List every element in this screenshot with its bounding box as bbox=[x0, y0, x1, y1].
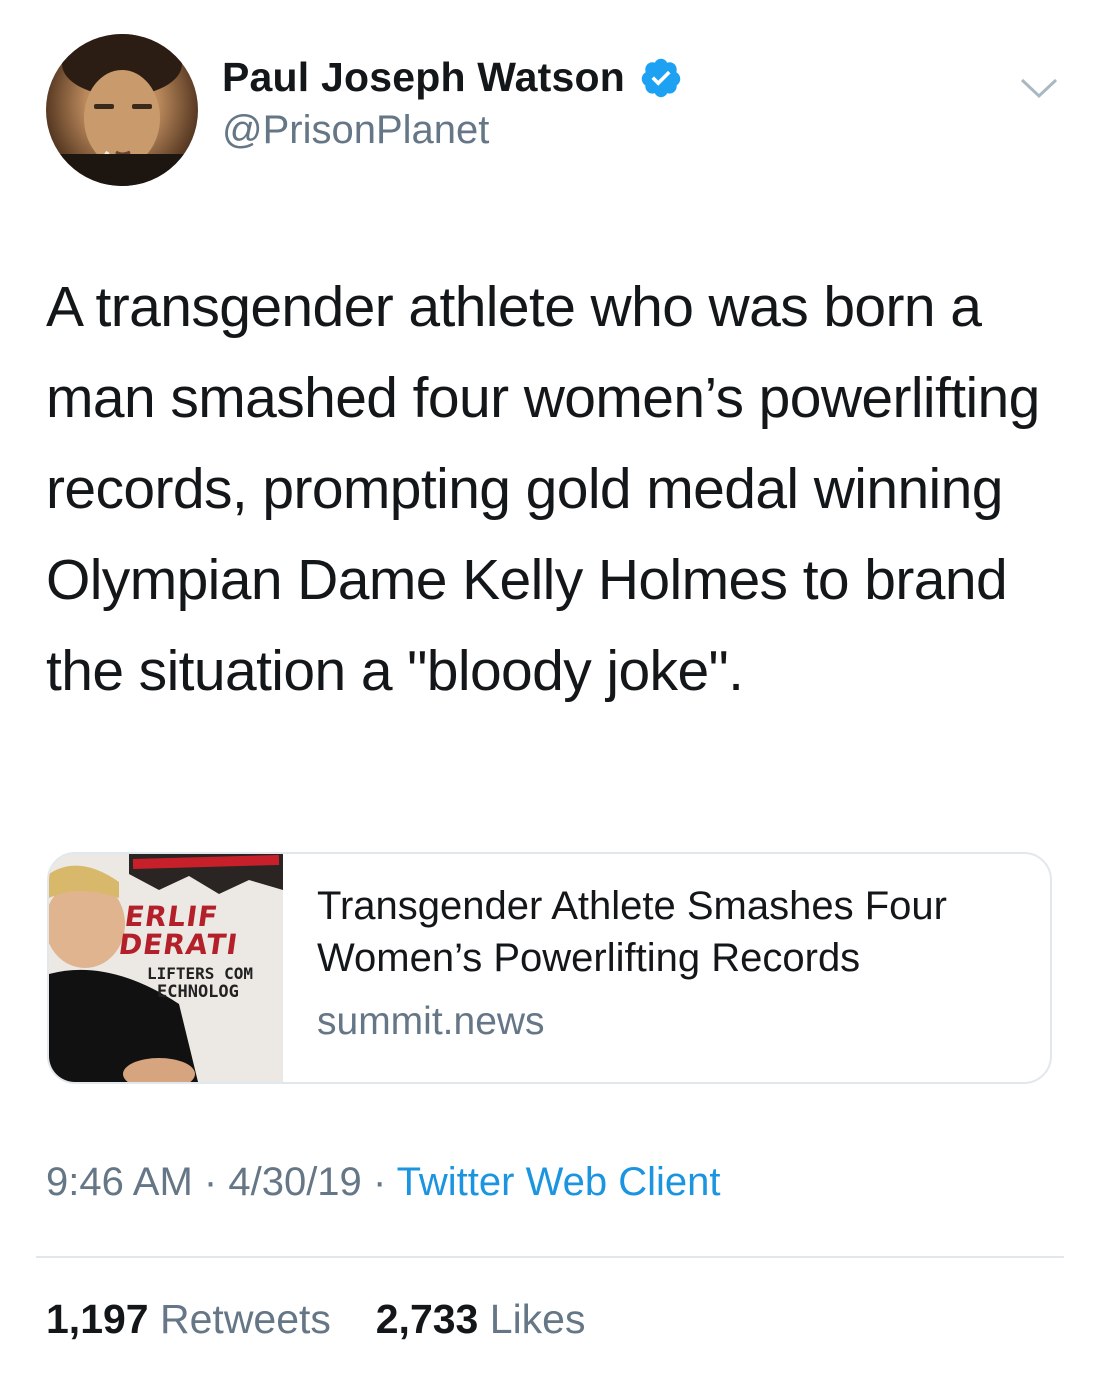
author-name-row[interactable]: Paul Joseph Watson bbox=[222, 54, 683, 101]
card-thumbnail: ERLIF DERATI LIFTERS COM ECHNOLOG bbox=[49, 854, 283, 1082]
likes-stat[interactable]: 2,733 Likes bbox=[376, 1296, 586, 1342]
author-name[interactable]: Paul Joseph Watson bbox=[222, 54, 625, 101]
link-card[interactable]: ERLIF DERATI LIFTERS COM ECHNOLOG Transg… bbox=[47, 852, 1052, 1084]
tweet-client-link[interactable]: Twitter Web Client bbox=[397, 1160, 721, 1204]
retweets-count: 1,197 bbox=[46, 1296, 149, 1342]
likes-count: 2,733 bbox=[375, 1296, 479, 1342]
thumbnail-logo-text-4: ECHNOLOG bbox=[157, 982, 239, 1002]
chevron-down-icon[interactable] bbox=[1018, 72, 1060, 102]
card-title[interactable]: Transgender Athlete Smashes Four Women’s… bbox=[317, 880, 1037, 984]
tweet-stats: 1,197 Retweets 2,733 Likes bbox=[46, 1296, 585, 1343]
tweet-time[interactable]: 9:46 AM bbox=[46, 1160, 193, 1204]
thumbnail-logo-text-2: DERATI bbox=[116, 928, 241, 961]
avatar-portrait bbox=[46, 34, 198, 186]
verified-badge-icon bbox=[641, 58, 681, 97]
tweet-text: A transgender athlete who was born a man… bbox=[46, 275, 1040, 703]
meta-separator: · bbox=[203, 1160, 218, 1204]
meta-separator: · bbox=[372, 1160, 387, 1204]
thumbnail-logo-text-3: LIFTERS COM bbox=[147, 964, 253, 983]
tweet-meta: 9:46 AM · 4/30/19 · Twitter Web Client bbox=[46, 1160, 720, 1205]
retweets-stat[interactable]: 1,197 Retweets bbox=[46, 1296, 331, 1342]
avatar[interactable] bbox=[46, 34, 198, 186]
author-handle[interactable]: @PrisonPlanet bbox=[222, 108, 489, 153]
tweet-date[interactable]: 4/30/19 bbox=[228, 1160, 361, 1204]
likes-label: Likes bbox=[489, 1296, 586, 1342]
retweets-label: Retweets bbox=[160, 1296, 331, 1342]
divider bbox=[36, 1256, 1064, 1258]
card-domain: summit.news bbox=[317, 1000, 545, 1043]
